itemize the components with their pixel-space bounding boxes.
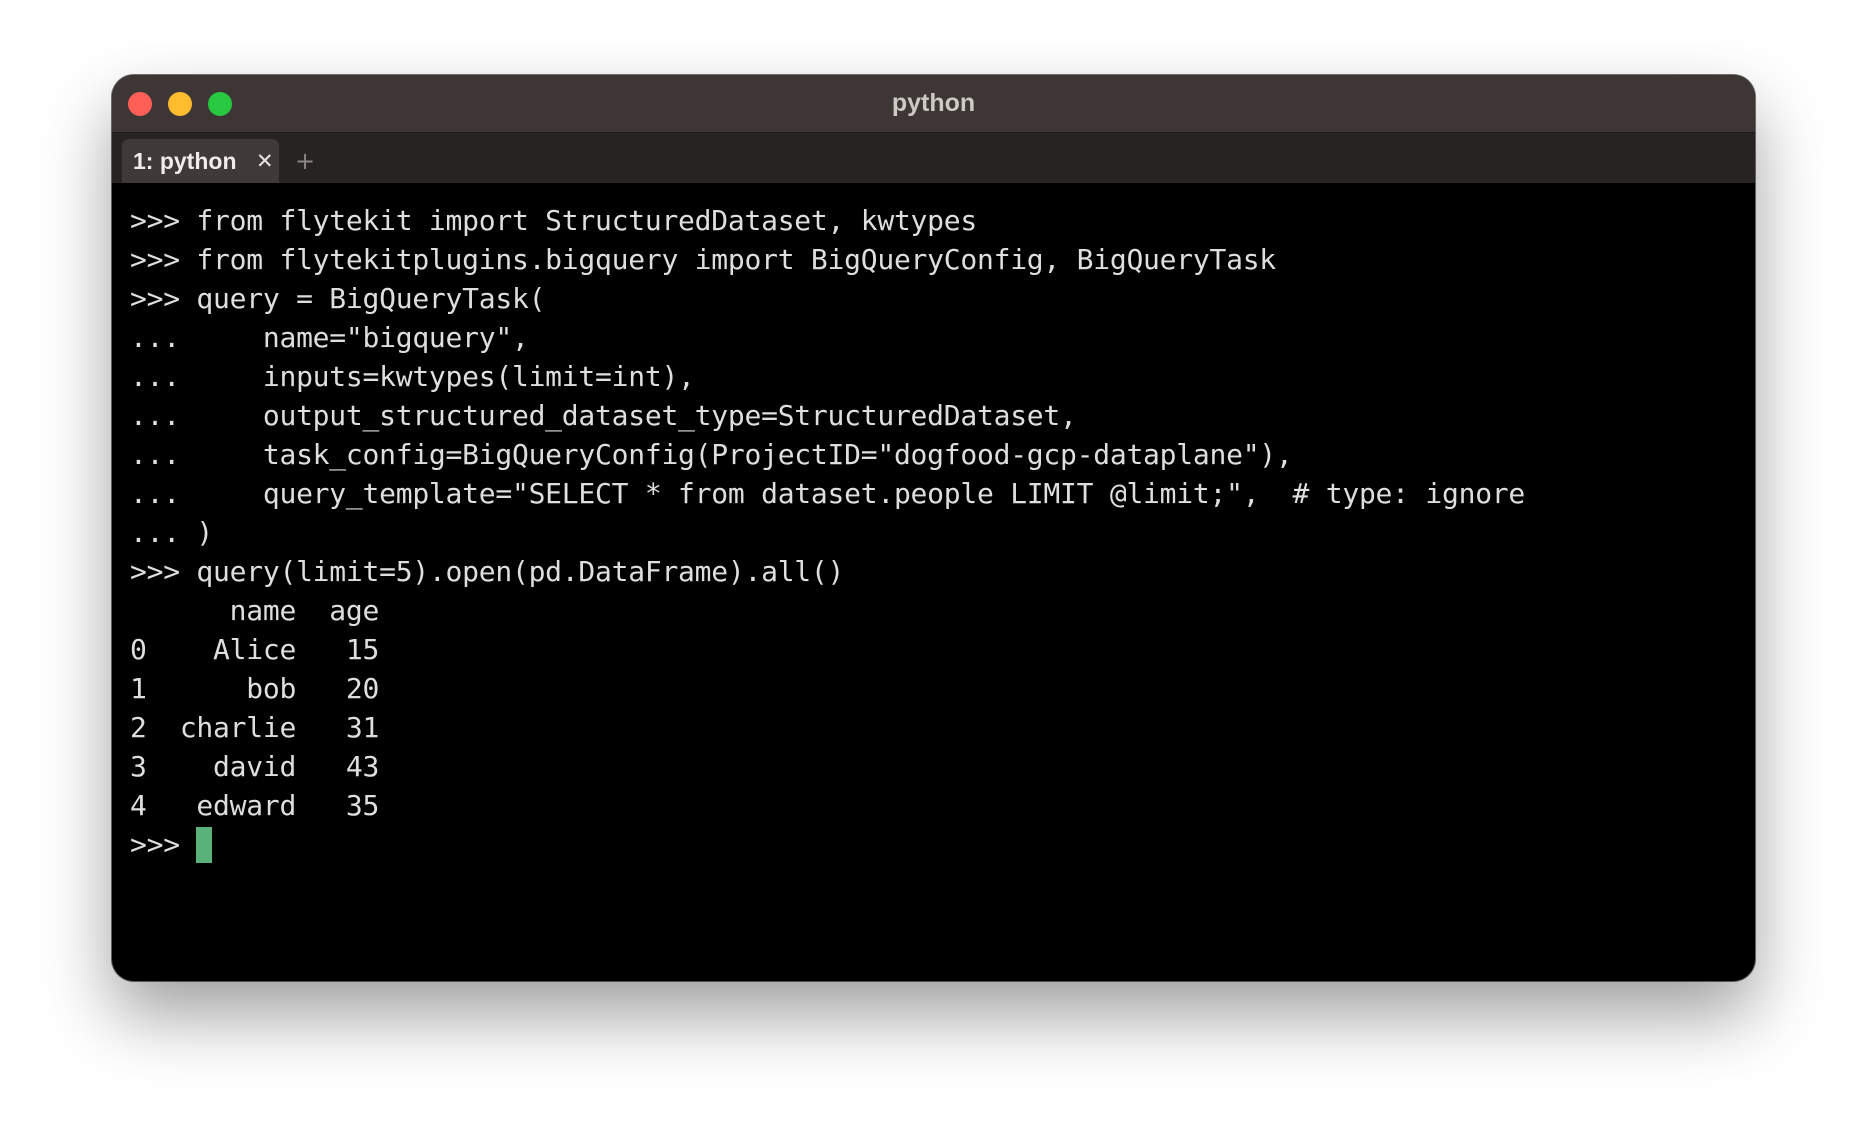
terminal-line: ... name="bigquery", xyxy=(130,321,529,354)
dataframe-header: name age xyxy=(130,594,380,627)
close-icon[interactable]: ✕ xyxy=(256,139,274,183)
dataframe-row: 2 charlie 31 xyxy=(130,711,380,744)
dataframe-row: 0 Alice 15 xyxy=(130,633,380,666)
text-cursor xyxy=(196,826,213,863)
terminal-line: ... ) xyxy=(130,516,214,549)
window-title: python xyxy=(891,89,976,117)
prompt: >>> xyxy=(130,828,197,861)
terminal-line: >>> query = BigQueryTask( xyxy=(130,282,546,315)
terminal-line: ... query_template="SELECT * from datase… xyxy=(130,477,1526,510)
terminal-line: >>> query(limit=5).open(pd.DataFrame).al… xyxy=(130,555,845,588)
terminal-line: ... inputs=kwtypes(limit=int), xyxy=(130,360,695,393)
terminal-line: ... task_config=BigQueryConfig(ProjectID… xyxy=(130,438,1293,471)
terminal-output[interactable]: >>> from flytekit import StructuredDatas… xyxy=(130,201,1740,961)
tab-bar: 1: python ✕ + xyxy=(112,133,1755,183)
title-bar[interactable]: python xyxy=(112,75,1755,133)
plus-icon[interactable]: + xyxy=(295,139,315,183)
terminal-line: >>> from flytekitplugins.bigquery import… xyxy=(130,243,1276,276)
tab-python[interactable]: 1: python ✕ xyxy=(122,139,279,183)
input-prompt-line[interactable]: >>> xyxy=(130,825,1740,864)
dataframe-row: 3 david 43 xyxy=(130,750,380,783)
terminal-window: python 1: python ✕ + >>> from flytekit i… xyxy=(112,75,1755,981)
terminal-line: ... output_structured_dataset_type=Struc… xyxy=(130,399,1077,432)
terminal-line: >>> from flytekit import StructuredDatas… xyxy=(130,204,977,237)
tab-label: 1: python xyxy=(133,148,237,174)
dataframe-row: 1 bob 20 xyxy=(130,672,380,705)
dataframe-row: 4 edward 35 xyxy=(130,789,380,822)
